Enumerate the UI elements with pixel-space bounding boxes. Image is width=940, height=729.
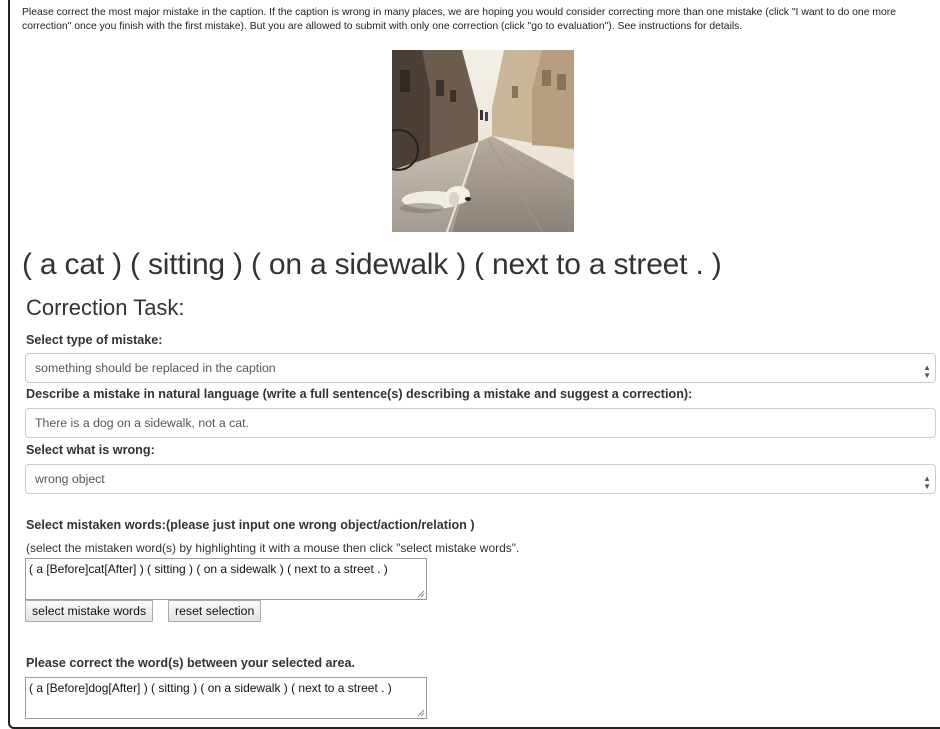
correction-textarea[interactable]: ( a [Before]dog[After] ) ( sitting ) ( o…	[25, 677, 427, 719]
mistaken-words-label: Select mistaken words:(please just input…	[26, 518, 475, 532]
caption-title: ( a cat ) ( sitting ) ( on a sidewalk ) …	[22, 248, 722, 281]
mistake-type-value: something should be replaced in the capt…	[35, 361, 276, 375]
describe-value: There is a dog on a sidewalk, not a cat.	[35, 416, 249, 430]
select-mistake-words-button[interactable]: select mistake words	[25, 600, 154, 622]
mistaken-words-value: ( a [Before]cat[After] ) ( sitting ) ( o…	[29, 562, 388, 576]
resize-grip-icon[interactable]	[417, 590, 425, 598]
mistake-type-select[interactable]: something should be replaced in the capt…	[25, 353, 936, 383]
correction-value: ( a [Before]dog[After] ) ( sitting ) ( o…	[29, 681, 392, 695]
reset-selection-button[interactable]: reset selection	[168, 600, 262, 622]
instructions-text: Please correct the most major mistake in…	[22, 7, 897, 32]
select-arrows-icon: ▲ ▼	[923, 474, 931, 491]
what-wrong-label: Select what is wrong:	[26, 443, 155, 457]
what-wrong-select[interactable]: wrong object ▲ ▼	[25, 464, 936, 494]
mistake-type-label: Select type of mistake:	[26, 333, 163, 347]
what-wrong-value: wrong object	[35, 472, 105, 486]
select-arrows-icon: ▲ ▼	[923, 363, 931, 380]
mistaken-words-hint: (select the mistaken word(s) by highligh…	[26, 541, 520, 555]
describe-input[interactable]: There is a dog on a sidewalk, not a cat.	[25, 408, 936, 438]
describe-label: Describe a mistake in natural language (…	[26, 387, 693, 401]
street-dog-photo	[392, 50, 574, 232]
mistaken-words-textarea[interactable]: ( a [Before]cat[After] ) ( sitting ) ( o…	[25, 558, 427, 600]
correction-label: Please correct the word(s) between your …	[26, 656, 355, 670]
correction-task-heading: Correction Task:	[26, 295, 185, 320]
photo-illustration	[392, 50, 574, 232]
resize-grip-icon[interactable]	[417, 709, 425, 717]
